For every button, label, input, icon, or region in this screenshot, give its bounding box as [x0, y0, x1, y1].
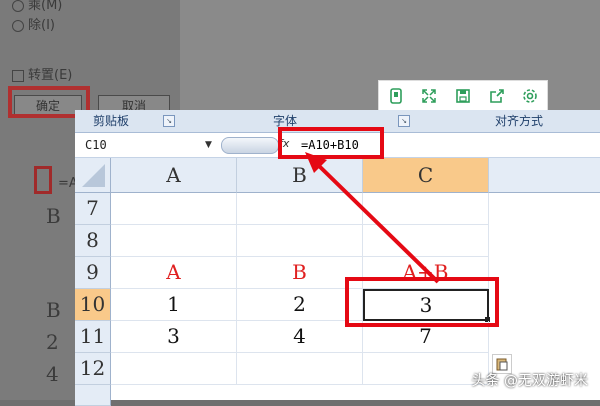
annotation-arrow-icon: [305, 152, 440, 284]
watermark: 头条 @无双游虾米: [471, 373, 588, 389]
